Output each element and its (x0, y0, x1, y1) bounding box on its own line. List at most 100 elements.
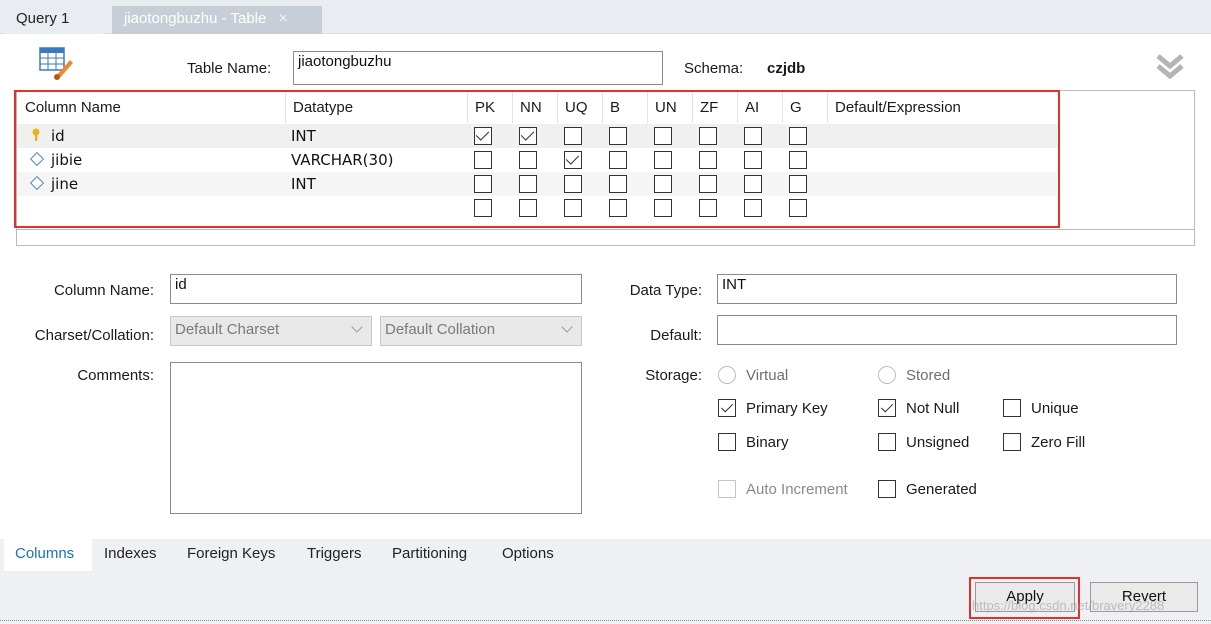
column-name-label: Column Name: (53, 282, 154, 299)
ai-checkbox[interactable] (744, 175, 762, 193)
header-column-name[interactable]: Column Name (25, 99, 121, 116)
ai-checkbox[interactable] (744, 127, 762, 145)
header-pk[interactable]: PK (475, 99, 495, 116)
virtual-label: Virtual (746, 367, 789, 384)
comments-textarea[interactable] (170, 362, 582, 514)
binary-checkbox[interactable] (718, 433, 736, 451)
g-checkbox[interactable] (789, 175, 807, 193)
tab-partitioning[interactable]: Partitioning (392, 545, 467, 562)
un-checkbox[interactable] (654, 199, 672, 217)
g-checkbox[interactable] (789, 151, 807, 169)
tab-options[interactable]: Options (502, 545, 554, 562)
generated-label: Generated (906, 481, 977, 498)
pk-checkbox[interactable] (474, 199, 492, 217)
tab-table-editor-label: jiaotongbuzhu - Table (124, 10, 267, 27)
editor-bottom-tabs: Columns Indexes Foreign Keys Triggers Pa… (0, 539, 1211, 571)
header-default-expression[interactable]: Default/Expression (835, 99, 961, 116)
schema-label: Schema: (684, 60, 744, 77)
datatype-cell[interactable]: VARCHAR(30) (291, 151, 393, 169)
b-checkbox[interactable] (609, 151, 627, 169)
header-g[interactable]: G (790, 99, 802, 116)
table-name-value: jiaotongbuzhu (298, 53, 392, 70)
stored-radio[interactable] (878, 366, 896, 384)
uq-checkbox[interactable] (564, 151, 582, 169)
zero-fill-label: Zero Fill (1031, 434, 1086, 451)
virtual-radio[interactable] (718, 366, 736, 384)
default-input[interactable] (717, 315, 1177, 345)
datatype-cell[interactable]: INT (291, 175, 316, 193)
nn-checkbox[interactable] (519, 127, 537, 145)
uq-checkbox[interactable] (564, 127, 582, 145)
uq-checkbox[interactable] (564, 175, 582, 193)
data-type-input[interactable]: INT (717, 274, 1177, 304)
table-row-new[interactable] (17, 196, 1057, 220)
un-checkbox[interactable] (654, 127, 672, 145)
header-datatype[interactable]: Datatype (293, 99, 353, 116)
collation-select[interactable]: Default Collation (380, 316, 582, 346)
table-row[interactable]: id INT (17, 124, 1057, 148)
generated-checkbox[interactable] (878, 480, 896, 498)
nn-checkbox[interactable] (519, 175, 537, 193)
watermark-text: https://blog.csdn.net/bravery2288 (972, 598, 1165, 613)
b-checkbox[interactable] (609, 199, 627, 217)
column-name-input[interactable]: id (170, 274, 582, 304)
tab-table-editor[interactable]: jiaotongbuzhu - Table × (112, 6, 322, 34)
zero-fill-checkbox[interactable] (1003, 433, 1021, 451)
zf-checkbox[interactable] (699, 127, 717, 145)
grid-header: Column Name Datatype PK NN UQ B UN ZF AI… (17, 91, 1194, 123)
nn-checkbox[interactable] (519, 151, 537, 169)
header-uq[interactable]: UQ (565, 99, 588, 116)
nn-checkbox[interactable] (519, 199, 537, 217)
column-name-cell[interactable]: id (51, 127, 65, 145)
ai-checkbox[interactable] (744, 151, 762, 169)
zf-checkbox[interactable] (699, 151, 717, 169)
pk-checkbox[interactable] (474, 127, 492, 145)
uq-checkbox[interactable] (564, 199, 582, 217)
b-checkbox[interactable] (609, 175, 627, 193)
default-label: Default: (650, 327, 702, 344)
un-checkbox[interactable] (654, 175, 672, 193)
ai-checkbox[interactable] (744, 199, 762, 217)
chevron-down-icon (351, 321, 363, 333)
unsigned-checkbox[interactable] (878, 433, 896, 451)
column-name-cell[interactable]: jibie (51, 151, 82, 169)
not-null-checkbox[interactable] (878, 399, 896, 417)
comments-label: Comments: (77, 367, 154, 384)
storage-label: Storage: (645, 367, 702, 384)
table-name-label: Table Name: (187, 60, 272, 77)
table-row[interactable]: jibie VARCHAR(30) (17, 148, 1057, 172)
table-row[interactable]: jine INT (17, 172, 1057, 196)
schema-value: czjdb (767, 60, 806, 77)
column-name-cell[interactable]: jine (51, 175, 78, 193)
header-zf[interactable]: ZF (700, 99, 718, 116)
primary-key-checkbox[interactable] (718, 399, 736, 417)
unique-checkbox[interactable] (1003, 399, 1021, 417)
tab-query-1[interactable]: Query 1 (4, 6, 104, 34)
zf-checkbox[interactable] (699, 199, 717, 217)
charset-select[interactable]: Default Charset (170, 316, 372, 346)
tab-columns[interactable]: Columns (15, 545, 74, 562)
tab-triggers[interactable]: Triggers (307, 545, 361, 562)
unsigned-label: Unsigned (906, 434, 970, 451)
header-b[interactable]: B (610, 99, 620, 116)
zf-checkbox[interactable] (699, 175, 717, 193)
datatype-cell[interactable]: INT (291, 127, 316, 145)
header-nn[interactable]: NN (520, 99, 542, 116)
close-icon[interactable]: × (279, 10, 288, 27)
tab-foreign-keys[interactable]: Foreign Keys (187, 545, 275, 562)
collapse-chevron-icon[interactable] (1154, 50, 1186, 82)
b-checkbox[interactable] (609, 127, 627, 145)
columns-grid: Column Name Datatype PK NN UQ B UN ZF AI… (16, 90, 1195, 246)
editor-tab-bar: Query 1 jiaotongbuzhu - Table × (0, 0, 1211, 34)
auto-increment-checkbox[interactable] (718, 480, 736, 498)
header-ai[interactable]: AI (745, 99, 759, 116)
tab-indexes[interactable]: Indexes (104, 545, 157, 562)
header-un[interactable]: UN (655, 99, 677, 116)
grid-divider (17, 229, 1194, 230)
pk-checkbox[interactable] (474, 175, 492, 193)
g-checkbox[interactable] (789, 199, 807, 217)
pk-checkbox[interactable] (474, 151, 492, 169)
un-checkbox[interactable] (654, 151, 672, 169)
g-checkbox[interactable] (789, 127, 807, 145)
table-name-input[interactable]: jiaotongbuzhu (293, 51, 663, 85)
